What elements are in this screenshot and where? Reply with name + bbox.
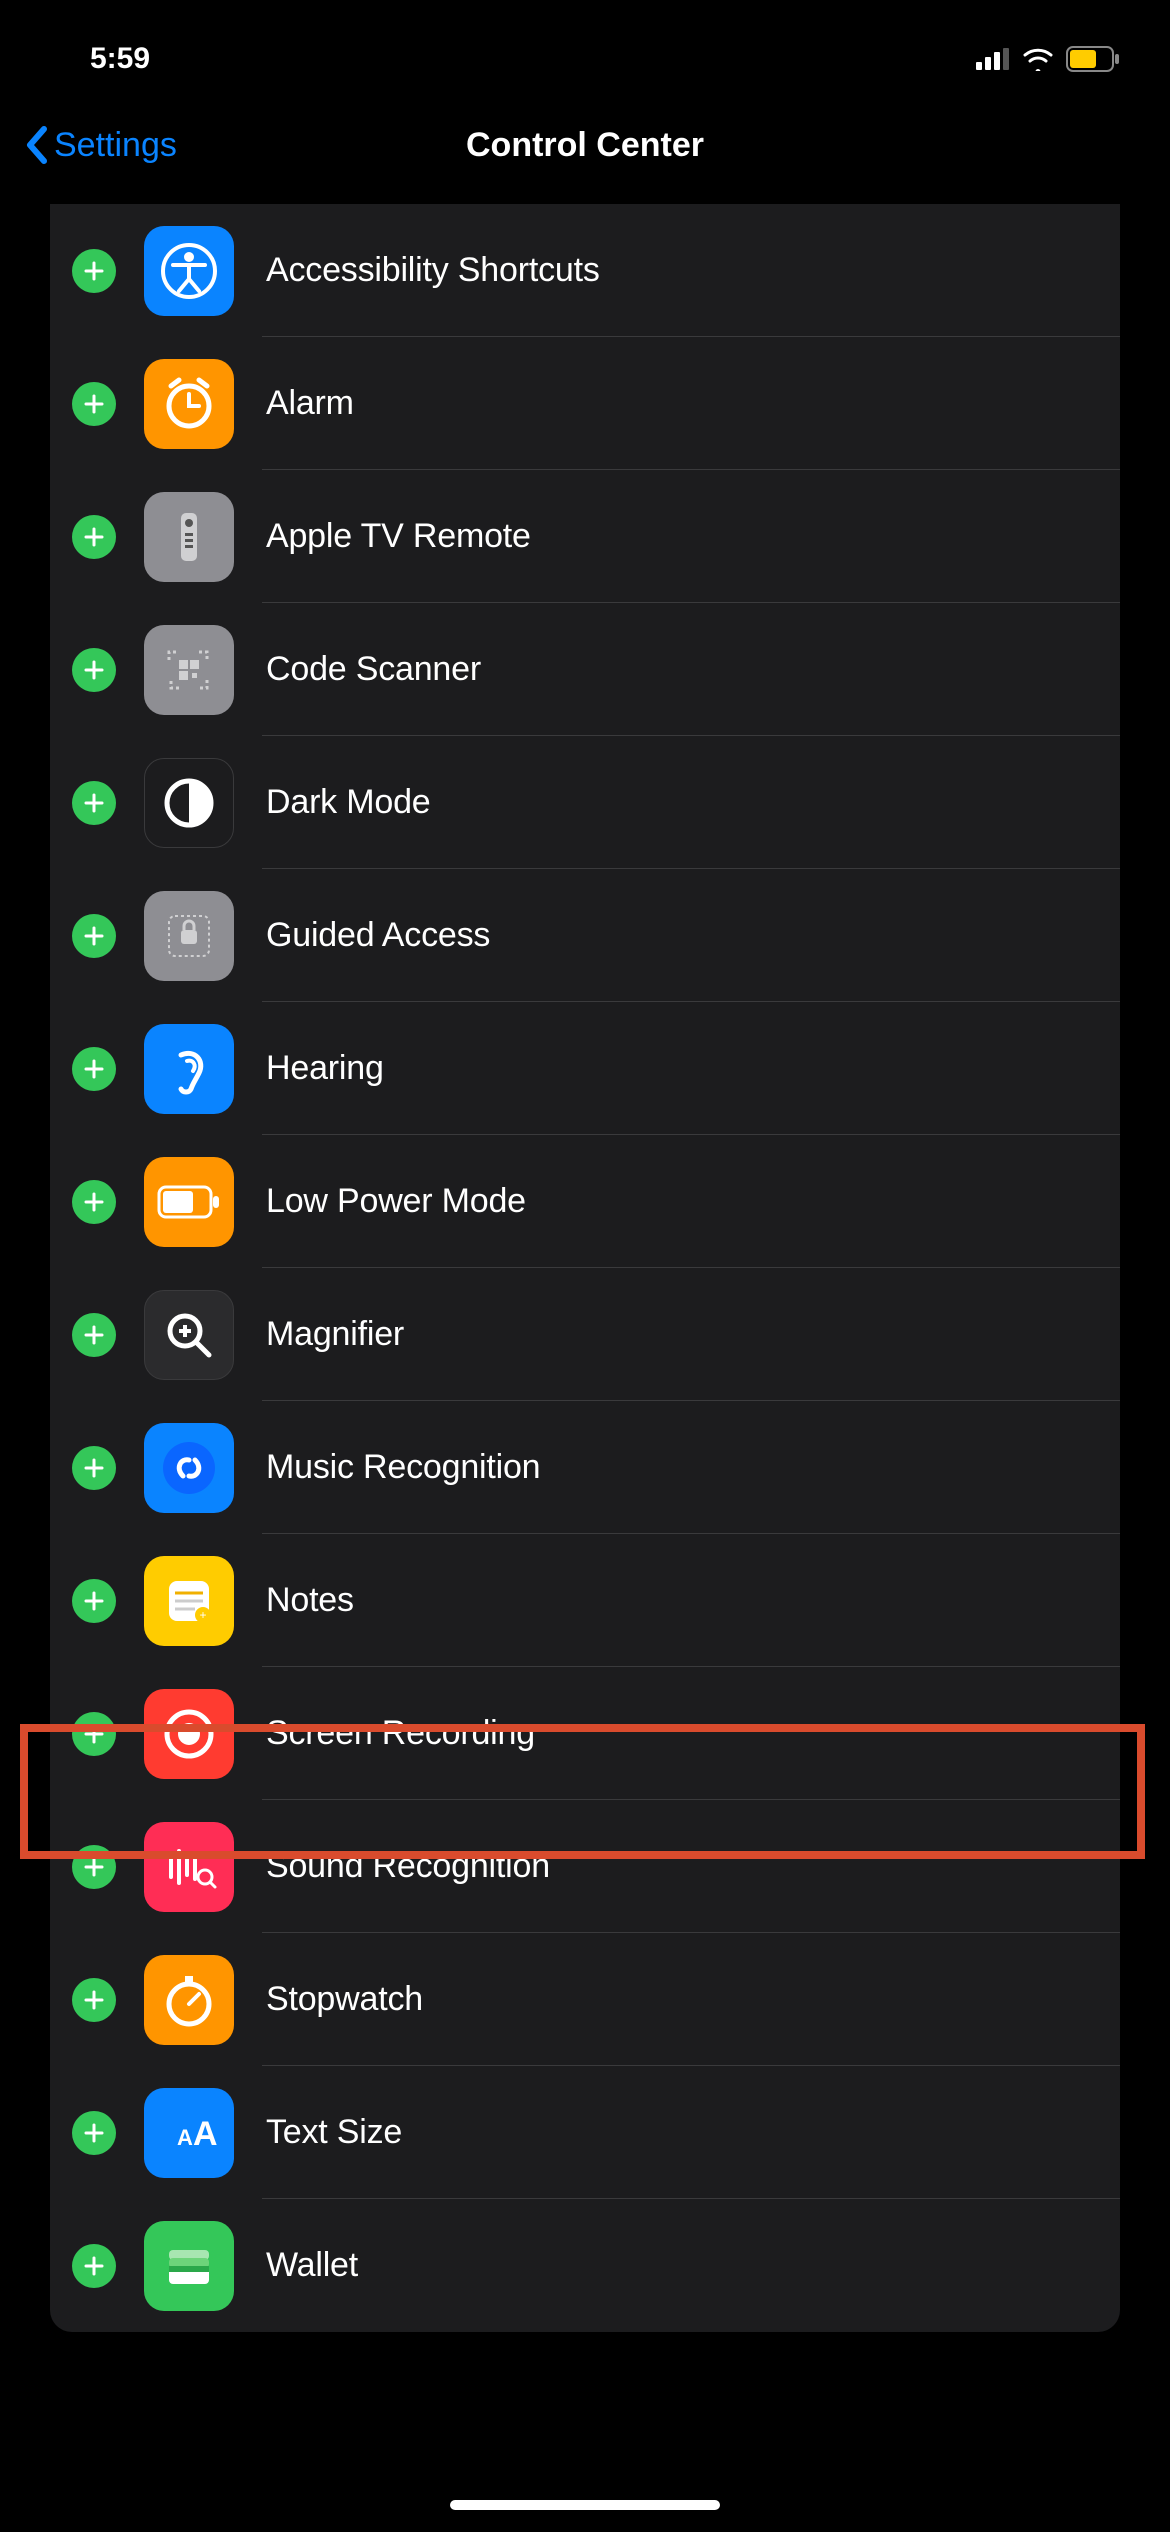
control-row-battery[interactable]: Low Power Mode	[50, 1135, 1120, 1268]
sound-icon	[144, 1822, 234, 1912]
add-button[interactable]	[72, 648, 116, 692]
qr-icon	[144, 625, 234, 715]
textsize-icon: AA	[144, 2088, 234, 2178]
row-label: Wallet	[266, 2246, 358, 2285]
stopwatch-icon	[144, 1955, 234, 2045]
row-label: Alarm	[266, 384, 354, 423]
row-label: Low Power Mode	[266, 1182, 526, 1221]
status-time: 5:59	[90, 42, 150, 76]
control-row-shazam[interactable]: Music Recognition	[50, 1401, 1120, 1534]
add-button[interactable]	[72, 382, 116, 426]
guided-icon	[144, 891, 234, 981]
control-row-ear[interactable]: Hearing	[50, 1002, 1120, 1135]
add-button[interactable]	[72, 914, 116, 958]
back-button[interactable]: Settings	[24, 125, 177, 165]
add-button[interactable]	[72, 1313, 116, 1357]
row-label: Guided Access	[266, 916, 490, 955]
add-button[interactable]	[72, 515, 116, 559]
control-row-wallet[interactable]: Wallet	[50, 2199, 1120, 2332]
cellular-icon	[976, 48, 1010, 70]
accessibility-icon	[144, 226, 234, 316]
row-label: Apple TV Remote	[266, 517, 531, 556]
row-label: Code Scanner	[266, 650, 481, 689]
add-button[interactable]	[72, 1579, 116, 1623]
add-button[interactable]	[72, 2111, 116, 2155]
ear-icon	[144, 1024, 234, 1114]
row-label: Hearing	[266, 1049, 384, 1088]
row-label: Stopwatch	[266, 1980, 423, 2019]
nav-title: Control Center	[466, 126, 704, 165]
control-row-qr[interactable]: Code Scanner	[50, 603, 1120, 736]
add-button[interactable]	[72, 1845, 116, 1889]
row-label: Sound Recognition	[266, 1847, 550, 1886]
shazam-icon	[144, 1423, 234, 1513]
add-button[interactable]	[72, 1047, 116, 1091]
svg-text:+: +	[199, 1608, 206, 1622]
add-button[interactable]	[72, 249, 116, 293]
add-button[interactable]	[72, 1446, 116, 1490]
control-row-sound[interactable]: Sound Recognition	[50, 1800, 1120, 1933]
control-row-darkmode[interactable]: Dark Mode	[50, 736, 1120, 869]
back-label: Settings	[54, 126, 177, 165]
control-row-alarm[interactable]: Alarm	[50, 337, 1120, 470]
svg-text:A: A	[193, 2115, 218, 2153]
row-label: Accessibility Shortcuts	[266, 251, 600, 290]
row-label: Screen Recording	[266, 1714, 535, 1753]
record-icon	[144, 1689, 234, 1779]
row-label: Notes	[266, 1581, 354, 1620]
control-row-record[interactable]: Screen Recording	[50, 1667, 1120, 1800]
add-button[interactable]	[72, 1712, 116, 1756]
add-button[interactable]	[72, 781, 116, 825]
control-row-accessibility[interactable]: Accessibility Shortcuts	[50, 204, 1120, 337]
battery-icon	[1066, 46, 1120, 72]
control-row-guided[interactable]: Guided Access	[50, 869, 1120, 1002]
control-row-stopwatch[interactable]: Stopwatch	[50, 1933, 1120, 2066]
chevron-left-icon	[24, 125, 48, 165]
add-button[interactable]	[72, 1978, 116, 2022]
status-indicators	[976, 46, 1120, 72]
nav-bar: Settings Control Center	[0, 100, 1170, 190]
status-bar: 5:59	[0, 0, 1170, 100]
magnifier-icon	[144, 1290, 234, 1380]
alarm-icon	[144, 359, 234, 449]
row-label: Music Recognition	[266, 1448, 540, 1487]
control-row-magnifier[interactable]: Magnifier	[50, 1268, 1120, 1401]
remote-icon	[144, 492, 234, 582]
row-label: Dark Mode	[266, 783, 430, 822]
row-label: Magnifier	[266, 1315, 404, 1354]
darkmode-icon	[144, 758, 234, 848]
row-label: Text Size	[266, 2113, 402, 2152]
add-button[interactable]	[72, 2244, 116, 2288]
more-controls-list: Accessibility Shortcuts Alarm Apple TV Rem…	[50, 204, 1120, 2332]
control-row-notes[interactable]: + Notes	[50, 1534, 1120, 1667]
home-indicator[interactable]	[450, 2500, 720, 2510]
notes-icon: +	[144, 1556, 234, 1646]
svg-text:A: A	[177, 2125, 193, 2150]
wifi-icon	[1022, 47, 1054, 71]
wallet-icon	[144, 2221, 234, 2311]
control-row-textsize[interactable]: AA Text Size	[50, 2066, 1120, 2199]
battery-icon	[144, 1157, 234, 1247]
control-row-remote[interactable]: Apple TV Remote	[50, 470, 1120, 603]
add-button[interactable]	[72, 1180, 116, 1224]
